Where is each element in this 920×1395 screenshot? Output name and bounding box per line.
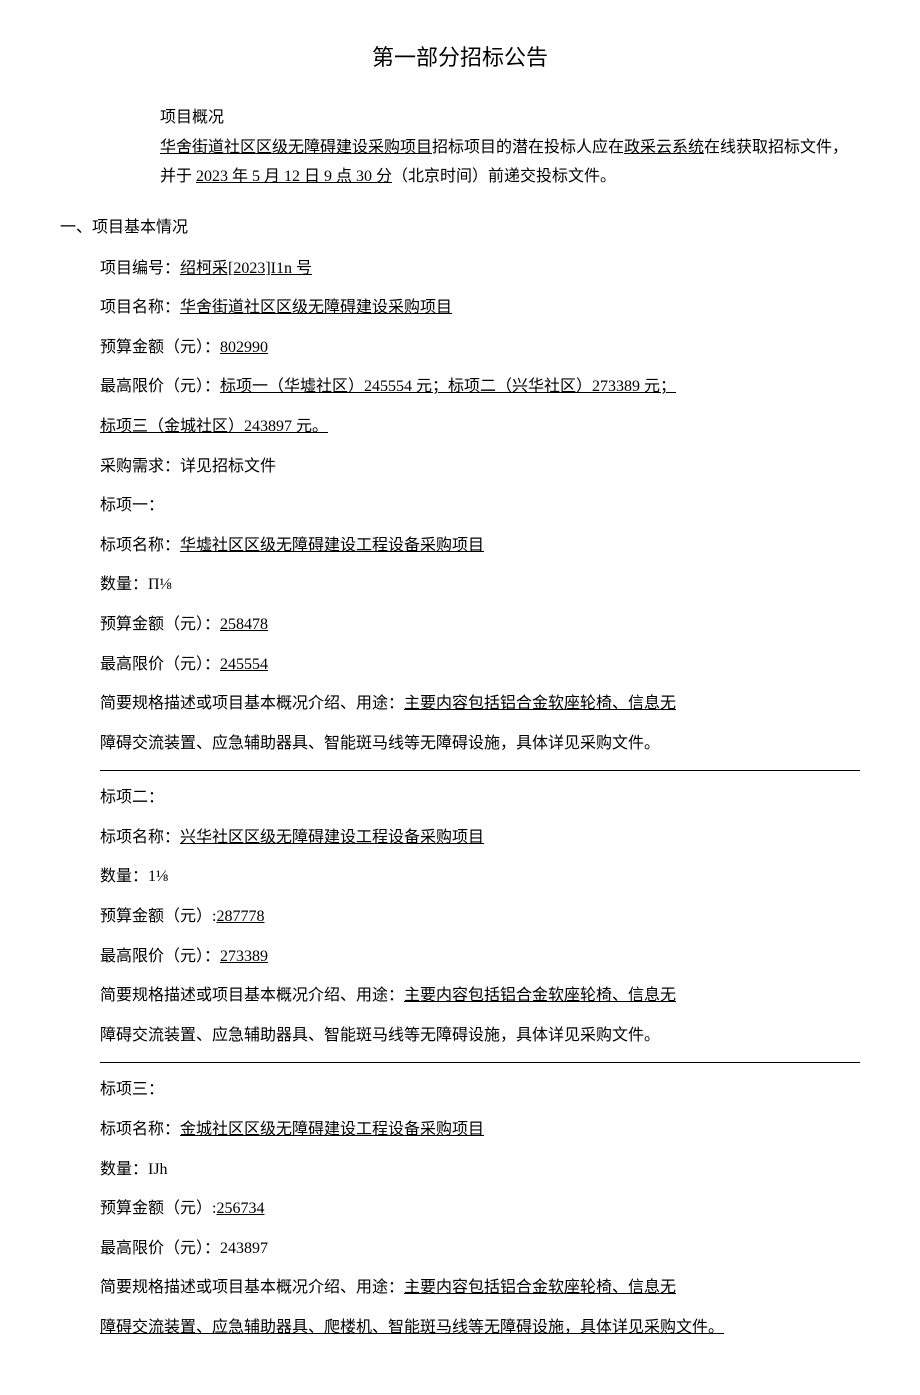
lot3-ceiling-value: 243897 — [220, 1240, 268, 1257]
lot1-budget-value: 258478 — [220, 616, 268, 633]
overview-line1: 华舍街道社区区级无障碍建设采购项目招标项目的潜在投标人应在政采云系统在线获取招标… — [160, 135, 860, 161]
lot1-name-label: 标项名称： — [100, 537, 180, 554]
lot3-desc-u1: 主要内容包括铝合金软座轮椅、信息无 — [404, 1279, 676, 1296]
budget-label: 预算金额（元）： — [100, 339, 220, 356]
lot3-name-value: 金城社区区级无障碍建设工程设备采购项目 — [180, 1121, 484, 1138]
lot3-desc-cont-text: 障碍交流装置、应急辅助器具、爬楼机、智能斑马线等无障碍设施，具体详见采购文件。 — [100, 1319, 724, 1336]
lot1-desc: 简要规格描述或项目基本概况介绍、用途：主要内容包括铝合金软座轮椅、信息无 — [100, 691, 860, 717]
lot1-name-value: 华墟社区区级无障碍建设工程设备采购项目 — [180, 537, 484, 554]
lot2-ceiling-value: 273389 — [220, 948, 268, 965]
lot2-name-value: 兴华社区区级无障碍建设工程设备采购项目 — [180, 829, 484, 846]
section1-heading: 一、项目基本情况 — [60, 215, 860, 241]
lot1-ceiling-value: 245554 — [220, 656, 268, 673]
ceiling-line1: 标项一（华墟社区）245554 元；标项二（兴华社区）273389 元； — [220, 378, 676, 395]
project-number-value: 绍柯采[2023]I1n 号 — [180, 260, 312, 277]
project-name-value: 华舍街道社区区级无障碍建设采购项目 — [180, 299, 452, 316]
project-overview: 项目概况 华舍街道社区区级无障碍建设采购项目招标项目的潜在投标人应在政采云系统在… — [160, 105, 860, 190]
overview-line2: 并于 2023 年 5 月 12 日 9 点 30 分（北京时间）前递交投标文件… — [160, 164, 860, 190]
ceiling-line2: 标项三（金城社区）243897 元。 — [100, 418, 328, 435]
overview-text-post1: 在线获取招标文件， — [704, 139, 848, 156]
budget-amount: 预算金额（元）：802990 — [100, 335, 860, 361]
project-name-label: 项目名称： — [100, 299, 180, 316]
lot2-name-label: 标项名称： — [100, 829, 180, 846]
purchase-requirement: 采购需求：详见招标文件 — [100, 454, 860, 480]
lot1-desc-label: 简要规格描述或项目基本概况介绍、用途： — [100, 695, 404, 712]
lot1-quantity: 数量：Π⅛ — [100, 572, 860, 598]
lot1-budget: 预算金额（元）：258478 — [100, 612, 860, 638]
page-title: 第一部分招标公告 — [60, 40, 860, 75]
lot3-budget-value: 256734 — [216, 1200, 264, 1217]
lot2-ceiling: 最高限价（元）：273389 — [100, 944, 860, 970]
lot3-quantity: 数量：IJh — [100, 1157, 860, 1183]
ceiling-price: 最高限价（元）：标项一（华墟社区）245554 元；标项二（兴华社区）27338… — [100, 374, 860, 400]
lot2-heading: 标项二： — [100, 785, 860, 811]
overview-deadline: 2023 年 5 月 12 日 9 点 30 分 — [196, 168, 392, 185]
lot1-heading: 标项一： — [100, 493, 860, 519]
lot2-desc-label: 简要规格描述或项目基本概况介绍、用途： — [100, 987, 404, 1004]
lot2-desc-cont: 障碍交流装置、应急辅助器具、智能斑马线等无障碍设施，具体详见采购文件。 — [100, 1023, 860, 1049]
lot1-ceiling: 最高限价（元）：245554 — [100, 652, 860, 678]
overview-text-mid: 招标项目的潜在投标人应在 — [432, 139, 624, 156]
lot1-desc-cont: 障碍交流装置、应急辅助器具、智能斑马线等无障碍设施，具体详见采购文件。 — [100, 731, 860, 757]
lot3-desc-label: 简要规格描述或项目基本概况介绍、用途： — [100, 1279, 404, 1296]
lot1-desc-u1: 主要内容包括铝合金软座轮椅、信息无 — [404, 695, 676, 712]
lot2-desc: 简要规格描述或项目基本概况介绍、用途：主要内容包括铝合金软座轮椅、信息无 — [100, 983, 860, 1009]
lot2-desc-u1: 主要内容包括铝合金软座轮椅、信息无 — [404, 987, 676, 1004]
overview-line2-post: （北京时间）前递交投标文件。 — [392, 168, 616, 185]
project-name: 项目名称：华舍街道社区区级无障碍建设采购项目 — [100, 295, 860, 321]
overview-system: 政采云系统 — [624, 139, 704, 156]
lot3-ceiling-label: 最高限价（元）： — [100, 1240, 220, 1257]
lot3-name-label: 标项名称： — [100, 1121, 180, 1138]
lot1-divider — [100, 770, 860, 771]
budget-value: 802990 — [220, 339, 268, 356]
lot2-budget-value: 287778 — [216, 908, 264, 925]
lot3-budget-label: 预算金额（元）: — [100, 1200, 216, 1217]
lot2-quantity: 数量：1⅛ — [100, 864, 860, 890]
lot3-heading: 标项三： — [100, 1077, 860, 1103]
lot3-name: 标项名称：金城社区区级无障碍建设工程设备采购项目 — [100, 1117, 860, 1143]
lot3-ceiling: 最高限价（元）：243897 — [100, 1236, 860, 1262]
project-number-label: 项目编号： — [100, 260, 180, 277]
ceiling-price-cont: 标项三（金城社区）243897 元。 — [100, 414, 860, 440]
lot2-budget-label: 预算金额（元）: — [100, 908, 216, 925]
project-number: 项目编号：绍柯采[2023]I1n 号 — [100, 256, 860, 282]
lot2-budget: 预算金额（元）:287778 — [100, 904, 860, 930]
lot1-name: 标项名称：华墟社区区级无障碍建设工程设备采购项目 — [100, 533, 860, 559]
lot2-name: 标项名称：兴华社区区级无障碍建设工程设备采购项目 — [100, 825, 860, 851]
ceiling-label: 最高限价（元）： — [100, 378, 220, 395]
overview-label: 项目概况 — [160, 105, 860, 131]
lot2-ceiling-label: 最高限价（元）： — [100, 948, 220, 965]
lot3-desc-cont: 障碍交流装置、应急辅助器具、爬楼机、智能斑马线等无障碍设施，具体详见采购文件。 — [100, 1315, 860, 1341]
lot3-desc: 简要规格描述或项目基本概况介绍、用途：主要内容包括铝合金软座轮椅、信息无 — [100, 1275, 860, 1301]
lot2-divider — [100, 1062, 860, 1063]
overview-line2-pre: 并于 — [160, 168, 196, 185]
overview-project-name: 华舍街道社区区级无障碍建设采购项目 — [160, 139, 432, 156]
lot1-ceiling-label: 最高限价（元）： — [100, 656, 220, 673]
lot3-budget: 预算金额（元）:256734 — [100, 1196, 860, 1222]
lot1-budget-label: 预算金额（元）： — [100, 616, 220, 633]
